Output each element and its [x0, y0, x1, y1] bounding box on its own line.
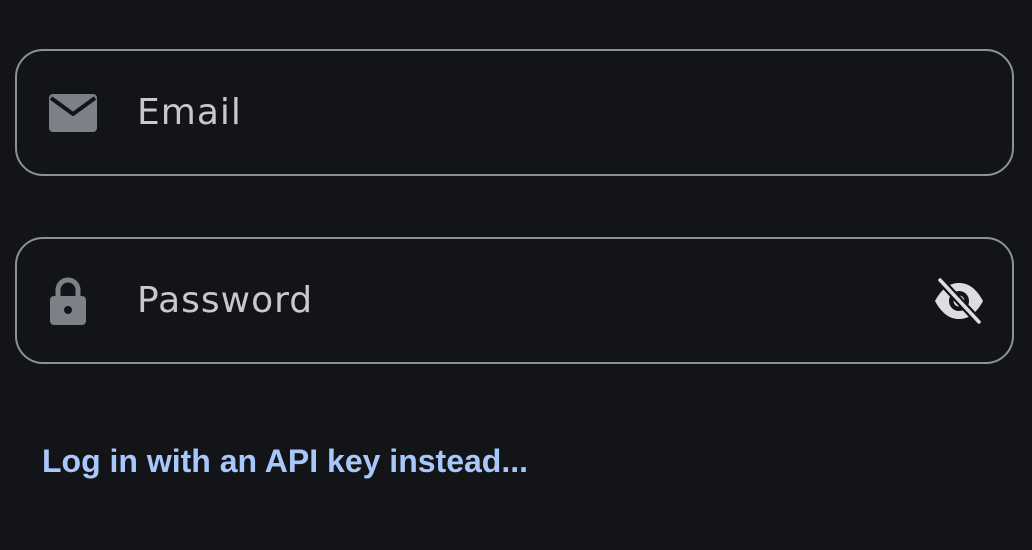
password-visibility-toggle[interactable]: [932, 275, 986, 326]
login-form: Log in with an API key instead...: [0, 0, 1032, 550]
mail-icon: [48, 93, 98, 133]
password-input[interactable]: [137, 239, 922, 362]
email-input[interactable]: [137, 51, 922, 174]
password-field-container[interactable]: [15, 237, 1014, 364]
email-field-container[interactable]: [15, 49, 1014, 176]
eye-off-icon: [935, 275, 983, 326]
lock-icon: [48, 276, 88, 326]
api-key-login-link[interactable]: Log in with an API key instead...: [42, 443, 528, 480]
